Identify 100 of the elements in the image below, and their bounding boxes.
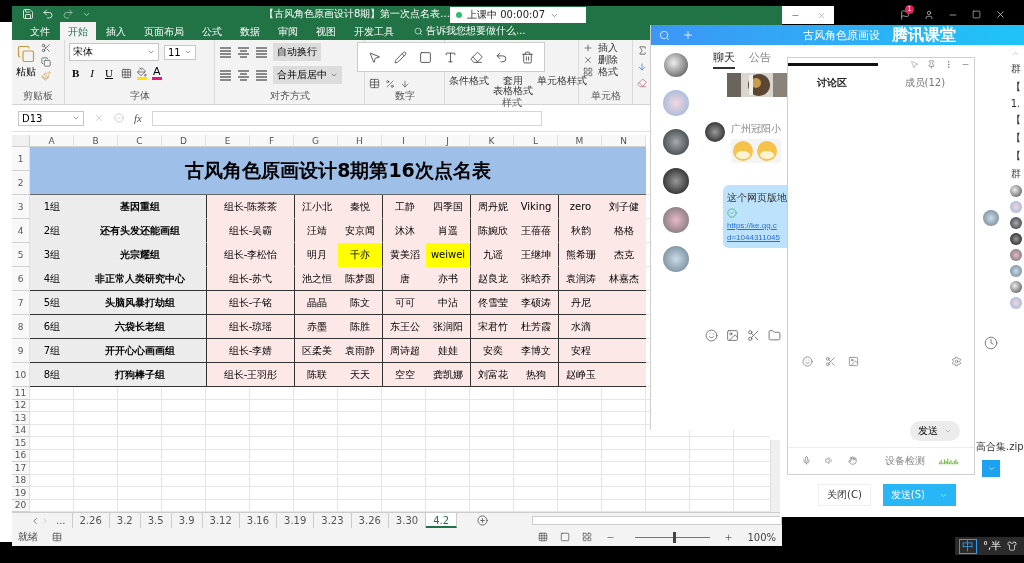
recording-bar[interactable]: 上课中 00:00:07 — [450, 7, 586, 23]
ribbon-tab[interactable]: 视图 — [308, 22, 344, 40]
row-header[interactable]: 10 — [12, 363, 30, 387]
merge-center-button[interactable]: 合并后居中 — [273, 66, 342, 84]
sheet-title-cell: 古风角色原画设计8期第16次点名表 — [30, 147, 646, 195]
format-button[interactable]: 格式 — [598, 67, 618, 77]
message-link[interactable]: d=1044311045 — [727, 233, 789, 242]
message-link[interactable]: https://ke.qq.c — [727, 221, 789, 230]
panel-tab[interactable]: 讨论区 — [816, 75, 847, 90]
format-button[interactable]: I — [87, 67, 97, 79]
column-header[interactable]: C — [118, 135, 162, 147]
table-cell: 格格 — [602, 219, 646, 243]
row-header[interactable]: 17 — [12, 462, 30, 475]
cell-styles-button[interactable]: 单元格样式 — [537, 76, 587, 86]
sidebar-text: 【 — [1010, 113, 1021, 127]
table-cell: 六袋长老组 — [74, 315, 206, 339]
row-header[interactable]: 19 — [12, 487, 30, 500]
sidebar-text: 【 — [1010, 131, 1021, 145]
send-button[interactable]: 发送 — [910, 420, 960, 441]
ribbon-tab[interactable]: 插入 — [98, 22, 134, 40]
column-header[interactable]: B — [74, 135, 118, 147]
font-color-button[interactable]: A — [151, 66, 162, 80]
column-header[interactable]: L — [514, 135, 558, 147]
ribbon-tab[interactable]: 开发工具 — [346, 22, 402, 40]
table-cell: 还有头发还能画组 — [74, 219, 206, 243]
device-check-text[interactable]: 设备检测 — [884, 453, 925, 468]
column-header[interactable]: A — [30, 135, 74, 147]
recording-text: 上课中 00:00:07 — [467, 8, 546, 22]
file-name[interactable]: 高合集.zip — [976, 440, 1024, 454]
table-cell: 赵良龙 — [470, 267, 514, 291]
table-cell: 打狗棒子组 — [74, 363, 206, 387]
ribbon-tab[interactable]: 文件 — [22, 22, 58, 40]
chat-tab[interactable]: 聊天 — [713, 50, 735, 69]
row-header[interactable]: 7 — [12, 291, 30, 315]
input-method-indicator[interactable]: 中 °,半 — [955, 537, 1024, 555]
table-cell: 工静 — [382, 195, 426, 219]
tell-me-field[interactable]: 告诉我您想要做什么... — [404, 22, 526, 40]
group-label: 剪贴板 — [23, 89, 53, 103]
name-box[interactable]: D13 — [18, 110, 84, 126]
row-header[interactable]: 3 — [12, 195, 30, 219]
ribbon-tab[interactable]: 审阅 — [270, 22, 306, 40]
row-header[interactable]: 4 — [12, 219, 30, 243]
ribbon-tab[interactable]: 公式 — [194, 22, 230, 40]
column-header[interactable]: N — [602, 135, 646, 147]
column-header[interactable]: M — [558, 135, 602, 147]
column-header[interactable]: I — [382, 135, 426, 147]
table-format-button[interactable]: 套用 表格格式 — [493, 76, 533, 96]
column-header[interactable]: H — [338, 135, 382, 147]
input-mode[interactable]: 中 — [959, 538, 977, 554]
ribbon-tab[interactable]: 开始 — [60, 22, 96, 40]
input-status: °,半 — [983, 539, 1002, 553]
table-cell: 龚凯娜 — [426, 363, 470, 387]
column-header[interactable]: F — [250, 135, 294, 147]
format-button[interactable]: U — [102, 67, 116, 79]
close-button[interactable]: 关闭(C) — [818, 484, 871, 506]
row-header[interactable]: 6 — [12, 267, 30, 291]
font-name-select[interactable]: 宋体 — [69, 43, 159, 61]
status-text: 就绪 — [18, 530, 38, 544]
table-cell: 陈婉欣 — [470, 219, 514, 243]
function-label[interactable]: fx — [134, 112, 142, 124]
table-cell: 袁雨静 — [338, 339, 382, 363]
table-cell: 秦悦 — [338, 195, 382, 219]
table-cell: 5组 — [30, 291, 74, 315]
column-header[interactable]: D — [162, 135, 206, 147]
zoom-level[interactable]: 100% — [747, 531, 776, 543]
table-cell: 张晗乔 — [514, 267, 558, 291]
sidebar-text: 【 — [1010, 149, 1021, 163]
table-cell: 唐 — [382, 267, 426, 291]
classroom-title: 古风角色原画设 — [803, 27, 880, 43]
row-header[interactable]: 1 — [12, 147, 30, 171]
ribbon-tab[interactable]: 页面布局 — [136, 22, 192, 40]
chat-tab[interactable]: 公告 — [749, 50, 771, 69]
column-header[interactable]: K — [470, 135, 514, 147]
row-header[interactable]: 5 — [12, 243, 30, 267]
ribbon-tab[interactable]: 数据 — [232, 22, 268, 40]
table-cell: 王蓓蓓 — [514, 219, 558, 243]
insert-button[interactable]: 插入 — [598, 43, 618, 53]
row-header[interactable]: 15 — [12, 437, 30, 450]
paste-button[interactable]: 粘贴 — [16, 45, 36, 79]
column-header[interactable]: E — [206, 135, 250, 147]
column-header[interactable]: J — [426, 135, 470, 147]
table-cell: 陈梦圆 — [338, 267, 382, 291]
row-header[interactable]: 13 — [12, 412, 30, 425]
table-cell: 可可 — [382, 291, 426, 315]
panel-tab[interactable]: 成员(12) — [904, 75, 946, 90]
format-button[interactable]: B — [69, 67, 83, 79]
sidebar-text: 【 — [1010, 80, 1021, 94]
table-cell: zero — [558, 195, 602, 219]
window-title: 【古风角色原画设计8期】第一次点名表... — [264, 7, 450, 21]
delete-button[interactable]: 删除 — [598, 55, 618, 65]
row-header[interactable]: 9 — [12, 339, 30, 363]
conditional-format-button[interactable]: 条件格式 — [449, 76, 489, 86]
font-size-select[interactable]: 11 — [164, 44, 196, 60]
wrap-text-button[interactable]: 自动换行 — [273, 43, 321, 61]
sidebar-text: 群 — [1010, 167, 1021, 181]
sheet-tab[interactable]: 4.2 — [426, 513, 458, 528]
column-header[interactable]: G — [294, 135, 338, 147]
row-header[interactable]: 2 — [12, 171, 30, 195]
row-header[interactable]: 8 — [12, 315, 30, 339]
row-header[interactable]: 11 — [12, 387, 30, 400]
